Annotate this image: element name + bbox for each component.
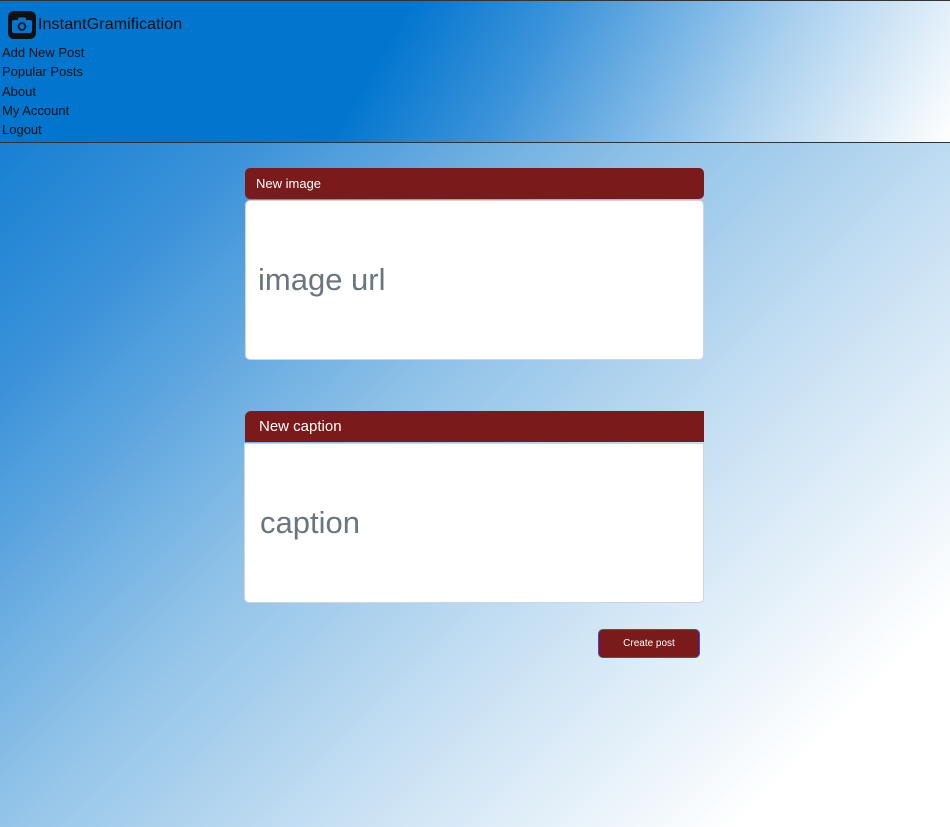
create-post-button[interactable]: Create post (598, 629, 700, 658)
nav-item-add-new-post[interactable]: Add New Post (2, 43, 84, 62)
brand[interactable]: InstantGramification (8, 10, 182, 40)
caption-input[interactable] (258, 504, 703, 542)
image-url-input[interactable] (256, 261, 703, 299)
image-url-field-container (245, 200, 704, 360)
camera-icon (8, 11, 36, 39)
nav-item-my-account[interactable]: My Account (2, 101, 84, 120)
top-header: InstantGramification Add New Post Popula… (0, 0, 950, 143)
nav-item-about[interactable]: About (2, 82, 84, 101)
new-caption-header: New caption (245, 411, 704, 442)
nav-item-logout[interactable]: Logout (2, 120, 84, 139)
main-nav: Add New Post Popular Posts About My Acco… (2, 43, 84, 139)
new-image-header: New image (245, 168, 704, 199)
nav-item-popular-posts[interactable]: Popular Posts (2, 62, 84, 81)
brand-name[interactable]: InstantGramification (38, 16, 182, 34)
caption-field-container (244, 443, 704, 603)
